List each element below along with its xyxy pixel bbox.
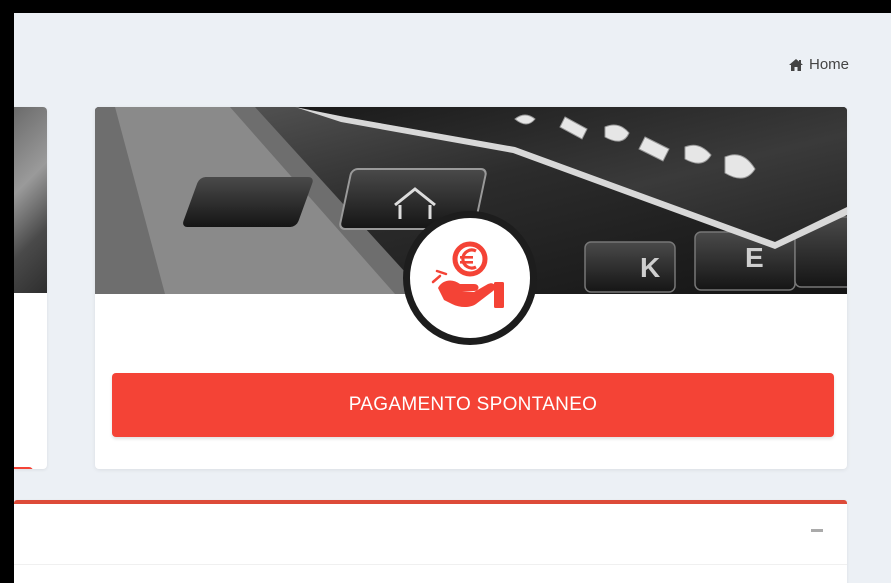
- home-icon: [788, 58, 803, 71]
- partial-card-left: [14, 107, 47, 469]
- breadcrumb[interactable]: Home: [788, 56, 849, 73]
- partial-card-image: [14, 107, 47, 293]
- box-divider: [14, 564, 847, 565]
- collapsible-box: [14, 500, 847, 583]
- svg-text:K: K: [640, 252, 660, 283]
- euro-hand-icon: [431, 241, 504, 308]
- pagamento-spontaneo-button[interactable]: PAGAMENTO SPONTANEO: [112, 373, 834, 437]
- svg-text:E: E: [745, 242, 764, 273]
- breadcrumb-home-label: Home: [808, 56, 849, 73]
- partial-card-button[interactable]: [14, 467, 33, 469]
- payment-icon-circle: [403, 211, 537, 345]
- page-viewport: Home K E PAGAMENTO SPONTANEO: [14, 13, 891, 583]
- minus-icon: [811, 528, 823, 532]
- payment-card: K E PAGAMENTO SPONTANEO: [95, 107, 847, 469]
- collapse-button[interactable]: [809, 522, 825, 538]
